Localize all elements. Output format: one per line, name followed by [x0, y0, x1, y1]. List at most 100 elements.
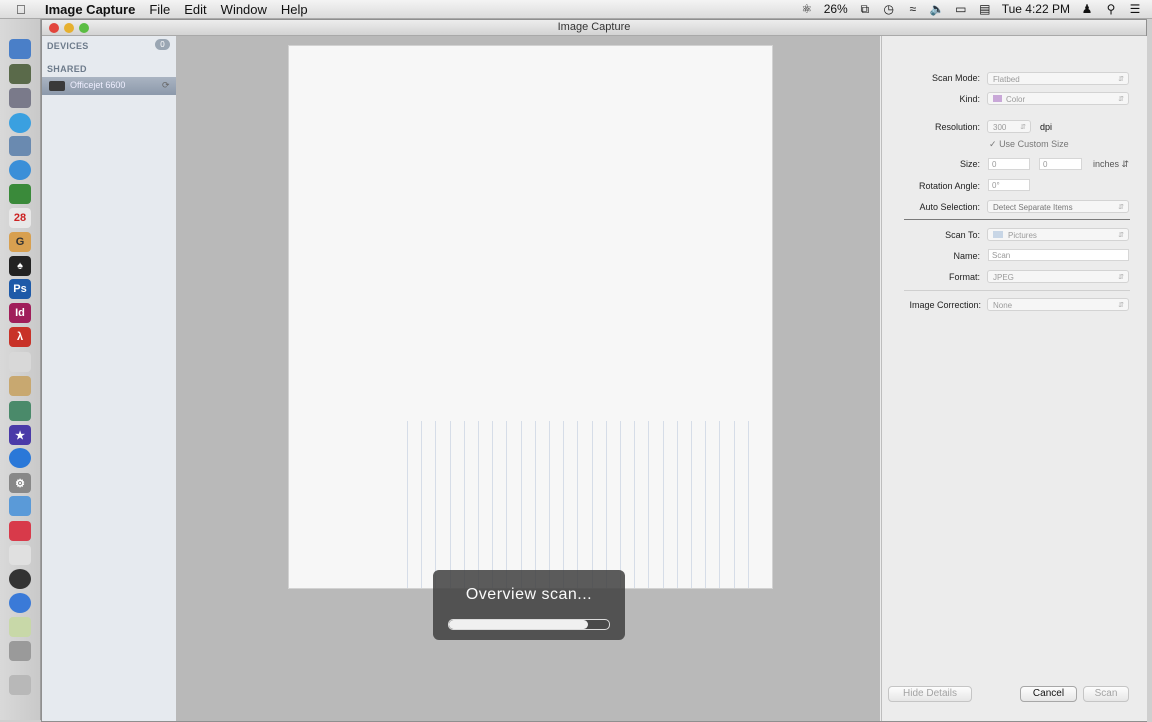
battery-percent[interactable]: 26% [824, 2, 848, 16]
auto-selection-popup[interactable]: Detect Separate Items ⇵ [987, 200, 1129, 213]
calculator-icon[interactable] [9, 352, 31, 372]
sidebar: DEVICES 0 SHARED Officejet 6600 ⟳ [42, 36, 177, 721]
size-width-field[interactable]: 0 [988, 158, 1030, 170]
hide-details-button[interactable]: Hide Details [888, 686, 972, 702]
scan-to-popup[interactable]: Pictures ⇵ [987, 228, 1129, 241]
contacts-icon[interactable] [9, 376, 31, 396]
kind-label: Kind: [959, 94, 980, 104]
scan-stripe-line [563, 421, 565, 588]
scan-stripe-line [620, 421, 621, 588]
finder-icon[interactable] [9, 39, 31, 59]
scan-preview-page [288, 45, 773, 589]
apple-menu-icon[interactable]:  [16, 2, 36, 17]
rotation-angle-label: Rotation Angle: [918, 181, 980, 191]
scan-stripe-line [691, 421, 692, 588]
menu-window[interactable]: Window [221, 2, 267, 17]
scan-progress-fill [449, 620, 588, 629]
dock: 28 G ♠ Ps Id λ ★ ⚙ [0, 19, 41, 720]
gg-app-icon[interactable]: G [9, 232, 31, 252]
popup-arrow-icon: ⇵ [1118, 232, 1124, 239]
mirroring-icon[interactable]: ⧉ [858, 2, 872, 17]
scan-stripe-line [676, 421, 678, 588]
image-capture-dock-icon[interactable] [9, 496, 31, 516]
textedit-icon[interactable] [9, 545, 31, 565]
image-correction-popup[interactable]: None ⇵ [987, 298, 1129, 311]
scan-mode-popup[interactable]: Flatbed ⇵ [987, 72, 1129, 85]
scan-button[interactable]: Scan [1083, 686, 1129, 702]
menu-edit[interactable]: Edit [184, 2, 206, 17]
preview-icon[interactable] [9, 401, 31, 421]
evernote-icon[interactable] [9, 184, 31, 204]
sync-icon[interactable]: ⚛ [800, 2, 814, 16]
name-label: Name: [953, 251, 980, 261]
scan-stripe-line [634, 421, 636, 588]
acrobat-icon[interactable]: λ [9, 327, 31, 347]
menu-help[interactable]: Help [281, 2, 308, 17]
user-icon[interactable]: ♟ [1080, 2, 1094, 16]
safari-icon[interactable] [9, 160, 31, 180]
mission-control-icon[interactable] [9, 64, 31, 84]
input-source-icon[interactable]: ▤ [978, 2, 992, 16]
popup-arrow-icon: ⇵ [1121, 159, 1130, 169]
size-unit-value: inches [1093, 159, 1120, 169]
scan-stripe-line [520, 421, 522, 588]
time-machine-icon[interactable]: ◷ [882, 2, 896, 16]
window-title: Image Capture [557, 21, 631, 33]
volume-icon[interactable]: 🔈 [930, 2, 945, 16]
checkmark-icon: ✓ [989, 139, 997, 149]
shared-header: SHARED [47, 64, 87, 74]
name-field[interactable]: Scan [988, 249, 1129, 261]
indesign-icon[interactable]: Id [9, 303, 31, 323]
status-area: ⚛ 26% ⧉ ◷ ≈ 🔈 ▭ ▤ Tue 4:22 PM ♟ ⚲ ☰ [800, 0, 1142, 18]
mail-icon[interactable] [9, 136, 31, 156]
kind-popup[interactable]: Color ⇵ [987, 92, 1129, 105]
scan-mode-label: Scan Mode: [931, 73, 980, 83]
notification-center-icon[interactable]: ☰ [1128, 2, 1142, 16]
scan-stripe-line [747, 421, 749, 588]
globe-icon[interactable] [9, 593, 31, 613]
solitaire-icon[interactable]: ♠ [9, 256, 31, 276]
trash-icon[interactable] [9, 675, 31, 695]
scan-stripe-line [435, 421, 437, 588]
launchpad-icon[interactable] [9, 88, 31, 108]
details-divider-2 [904, 290, 1130, 291]
messages-icon[interactable] [9, 113, 31, 133]
popup-arrow-icon: ⇵ [1118, 274, 1124, 281]
scan-stripe-line [662, 421, 664, 588]
overview-scan-message: Overview scan... [465, 586, 593, 603]
battery-icon[interactable]: ▭ [954, 2, 968, 16]
popup-arrow-icon: ⇵ [1020, 124, 1026, 131]
popup-arrow-icon: ⇵ [1118, 204, 1124, 211]
calendar-icon[interactable]: 28 [9, 208, 31, 228]
spotlight-search-icon[interactable]: ⚲ [1104, 2, 1118, 16]
scan-stripe-line [421, 421, 423, 588]
menu-file[interactable]: File [149, 2, 170, 17]
menu-clock[interactable]: Tue 4:22 PM [1002, 2, 1070, 16]
scan-stripe-line [733, 421, 735, 588]
size-label: Size: [959, 159, 980, 169]
flip-icon[interactable] [9, 521, 31, 541]
popup-arrow-icon: ⇵ [1118, 96, 1124, 103]
system-preferences-icon[interactable]: ⚙ [9, 473, 31, 493]
resolution-unit: dpi [1040, 122, 1053, 132]
menu-app-name[interactable]: Image Capture [45, 2, 135, 17]
wifi-icon[interactable]: ≈ [906, 2, 920, 16]
rotation-angle-field[interactable]: 0° [988, 179, 1030, 191]
auto-selection-value: Detect Separate Items [993, 203, 1073, 212]
size-height-field[interactable]: 0 [1039, 158, 1082, 170]
utility-icon[interactable] [9, 641, 31, 661]
app-store-icon[interactable] [9, 448, 31, 468]
format-popup[interactable]: JPEG ⇵ [987, 270, 1129, 283]
scan-preview-area[interactable]: Overview scan... [177, 36, 880, 721]
size-unit-popup[interactable]: inches ⇵ [1093, 159, 1129, 170]
photo-app-icon[interactable] [9, 617, 31, 637]
photoshop-icon[interactable]: Ps [9, 279, 31, 299]
imovie-icon[interactable]: ★ [9, 425, 31, 445]
overview-scan-hud: Overview scan... [433, 570, 625, 640]
resolution-popup[interactable]: 300 ⇵ [987, 120, 1031, 133]
scan-stripe-line [549, 421, 550, 588]
cancel-button[interactable]: Cancel [1020, 686, 1077, 702]
sidebar-item-shared-scanner[interactable]: Officejet 6600 ⟳ [42, 77, 176, 95]
custom-size-checkbox[interactable]: ✓ Use Custom Size [989, 139, 1069, 150]
quicktime-icon[interactable] [9, 569, 31, 589]
